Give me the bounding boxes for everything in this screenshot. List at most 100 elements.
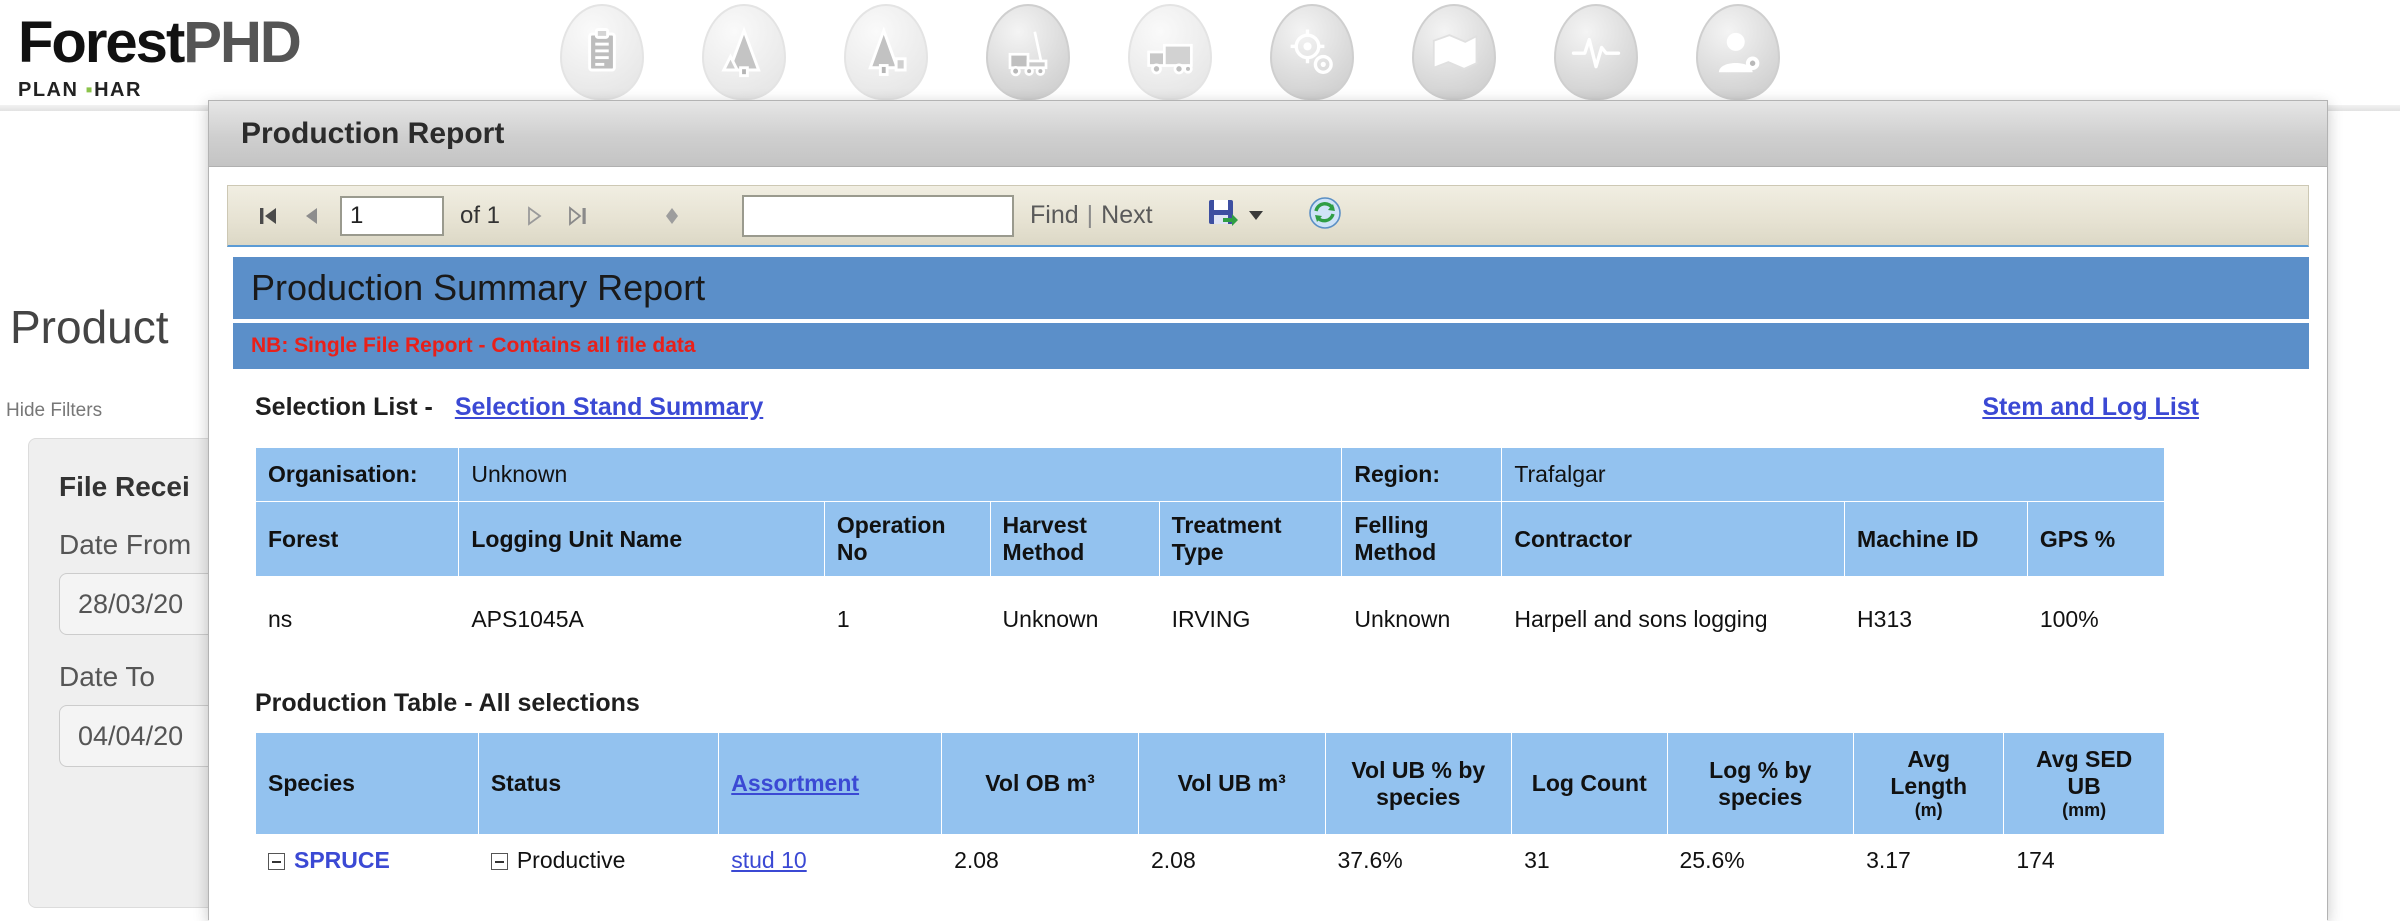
col-avg-length-main: Avg Length [1890, 746, 1967, 799]
col-avg-length: Avg Length (m) [1854, 733, 2004, 835]
refresh-icon[interactable] [1307, 195, 1343, 236]
brand-tagline: PLAN ▪HAR [18, 80, 300, 100]
col-operation-no: Operation No [824, 502, 990, 577]
brand-tagline-dot: ▪ [86, 79, 95, 101]
hide-filters-toggle[interactable]: Hide Filters [6, 400, 102, 422]
col-status: Status [478, 733, 718, 835]
map-folder-icon[interactable] [1412, 4, 1496, 100]
col-machine-id: Machine ID [1845, 502, 2028, 577]
assortment-link[interactable]: stud 10 [731, 847, 806, 873]
modal-titlebar[interactable]: Production Report [209, 101, 2327, 167]
tree-harvest-icon[interactable] [844, 4, 928, 100]
assortment-sort-link[interactable]: Assortment [731, 770, 859, 796]
col-log-pct-by-species: Log % by species [1667, 733, 1854, 835]
production-report-modal: Production Report 1 of 1 [208, 100, 2328, 920]
modal-body: 1 of 1 Find | Next [209, 167, 2327, 921]
last-page-icon[interactable] [556, 194, 600, 238]
cell-log-count: 31 [1512, 835, 1667, 887]
col-gps-pct: GPS % [2027, 502, 2164, 577]
first-page-icon[interactable] [246, 194, 290, 238]
report-note: NB: Single File Report - Contains all fi… [251, 334, 696, 358]
previous-page-icon[interactable] [290, 194, 334, 238]
col-assortment[interactable]: Assortment [719, 733, 942, 835]
navigation-icon-group [560, 4, 1780, 100]
modal-title: Production Report [241, 117, 504, 151]
cell-avg-sed-ub: 174 [2004, 835, 2165, 887]
cell-felling-method: Unknown [1342, 577, 1502, 663]
col-avg-sed-ub: Avg SED UB (mm) [2004, 733, 2165, 835]
cell-vol-ub: 2.08 [1138, 835, 1325, 887]
clipboard-report-icon[interactable] [560, 4, 644, 100]
report-content: Production Summary Report NB: Single Fil… [227, 257, 2309, 887]
col-vol-ub: Vol UB m³ [1138, 733, 1325, 835]
cell-operation-no: 1 [824, 577, 990, 663]
forest-plan-icon[interactable] [702, 4, 786, 100]
truck-haulage-icon[interactable] [1128, 4, 1212, 100]
organisation-value: Unknown [459, 448, 1342, 502]
region-label: Region: [1342, 448, 1502, 502]
table-row: ns APS1045A 1 Unknown IRVING Unknown Har… [256, 577, 2165, 663]
col-avg-sed-ub-unit: (mm) [2016, 800, 2152, 821]
col-vol-ob: Vol OB m³ [942, 733, 1139, 835]
cell-vol-ub-pct: 37.6% [1325, 835, 1512, 887]
production-table-title: Production Table - All selections [255, 689, 2309, 718]
next-page-icon[interactable] [512, 194, 556, 238]
find-input[interactable] [742, 195, 1014, 237]
brand-name: ForestPHD [18, 14, 300, 72]
info-meta-row: Organisation: Unknown Region: Trafalgar [256, 448, 2165, 502]
cell-avg-length: 3.17 [1854, 835, 2004, 887]
expand-status-icon[interactable] [491, 853, 508, 870]
page-title: Product [10, 300, 169, 354]
harvester-machine-icon[interactable] [986, 4, 1070, 100]
export-save-icon [1205, 196, 1239, 235]
production-header-row: Species Status Assortment Vol OB m³ Vol … [256, 733, 2165, 835]
brand-name-forest: Forest [18, 10, 183, 75]
brand-logo[interactable]: ForestPHD PLAN ▪HAR [18, 14, 300, 100]
col-vol-ub-pct-by-species: Vol UB % by species [1325, 733, 1512, 835]
selection-stand-summary-link[interactable]: Selection Stand Summary [455, 393, 763, 422]
export-caret-icon [1249, 211, 1263, 220]
stem-and-log-list-link[interactable]: Stem and Log List [1982, 393, 2199, 422]
organisation-label: Organisation: [256, 448, 459, 502]
col-species: Species [256, 733, 479, 835]
brand-tagline-pre: PLAN [18, 79, 86, 101]
top-navigation-bar: ForestPHD PLAN ▪HAR [0, 0, 2400, 108]
table-row: SPRUCE Productive stud 10 2.08 2.08 37.6… [256, 835, 2165, 887]
cell-species[interactable]: SPRUCE [256, 835, 479, 887]
export-dropdown-button[interactable] [1205, 196, 1263, 235]
find-link[interactable]: Find [1030, 201, 1079, 230]
page-number-input[interactable]: 1 [340, 196, 444, 236]
brand-name-phd: PHD [183, 10, 299, 75]
col-avg-length-unit: (m) [1866, 800, 1991, 821]
find-separator: | [1087, 201, 1094, 230]
find-next-link[interactable]: Next [1101, 201, 1152, 230]
brand-tagline-post: HAR [94, 79, 142, 101]
col-contractor: Contractor [1502, 502, 1845, 577]
species-link[interactable]: SPRUCE [294, 847, 390, 873]
settings-gear-icon[interactable] [1270, 4, 1354, 100]
selection-list-label: Selection List - [255, 393, 433, 422]
col-logging-unit-name: Logging Unit Name [459, 502, 825, 577]
report-links-row: Selection List - Selection Stand Summary… [233, 393, 2309, 435]
col-forest: Forest [256, 502, 459, 577]
report-viewer-toolbar: 1 of 1 Find | Next [227, 185, 2309, 247]
cell-log-pct: 25.6% [1667, 835, 1854, 887]
cell-treatment-type: IRVING [1159, 577, 1342, 663]
cell-logging-unit-name: APS1045A [459, 577, 825, 663]
report-note-bar: NB: Single File Report - Contains all fi… [233, 323, 2309, 369]
back-to-parent-icon[interactable] [650, 194, 694, 238]
selection-info-table: Organisation: Unknown Region: Trafalgar … [255, 447, 2165, 663]
col-felling-method: Felling Method [1342, 502, 1502, 577]
status-text: Productive [517, 847, 626, 873]
user-admin-icon[interactable] [1696, 4, 1780, 100]
cell-forest: ns [256, 577, 459, 663]
cell-assortment[interactable]: stud 10 [719, 835, 942, 887]
report-banner-title: Production Summary Report [251, 267, 705, 309]
col-harvest-method: Harvest Method [990, 502, 1159, 577]
report-banner: Production Summary Report [233, 257, 2309, 319]
col-avg-sed-ub-main: Avg SED UB [2036, 746, 2132, 799]
expand-species-icon[interactable] [268, 853, 285, 870]
cell-status[interactable]: Productive [478, 835, 718, 887]
cell-harvest-method: Unknown [990, 577, 1159, 663]
analytics-pulse-icon[interactable] [1554, 4, 1638, 100]
